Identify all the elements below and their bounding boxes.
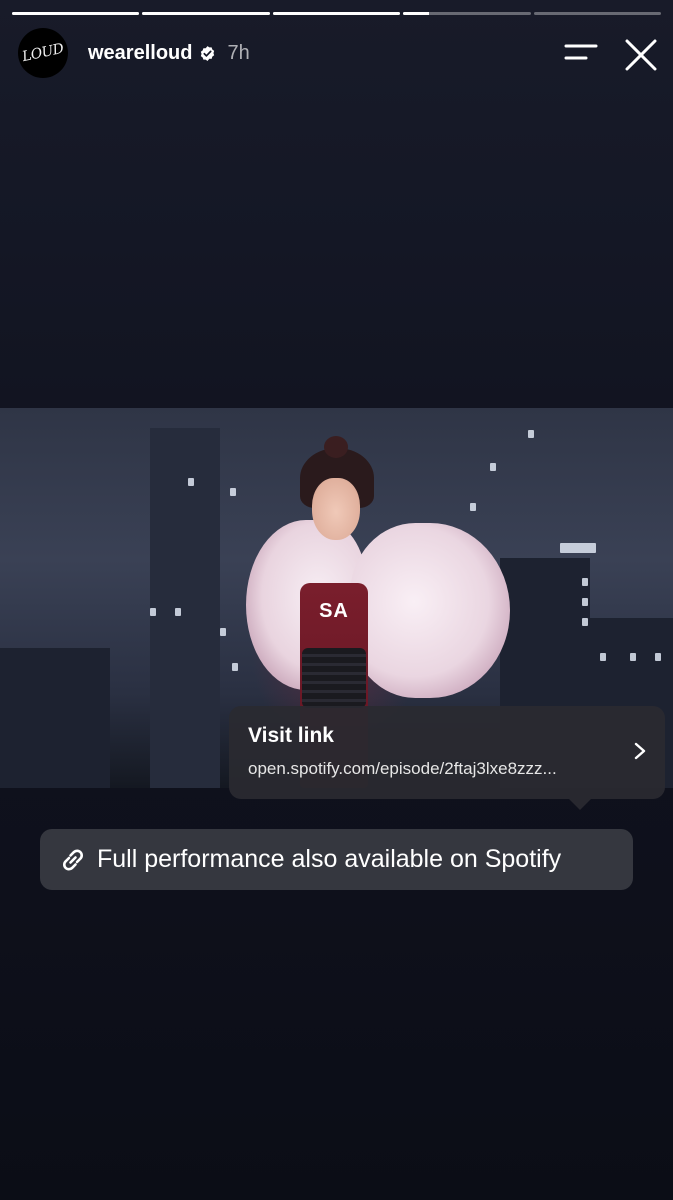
- menu-icon[interactable]: [562, 36, 600, 70]
- avatar[interactable]: LOUD: [18, 28, 68, 78]
- visit-link-tooltip[interactable]: Visit link open.spotify.com/episode/2fta…: [229, 706, 665, 810]
- close-icon[interactable]: [622, 36, 660, 74]
- progress-segment: [12, 12, 140, 15]
- story-viewer[interactable]: LOUD wearelloud 7h SA Visit link open.sp…: [0, 0, 673, 1200]
- verified-badge-icon: [201, 45, 215, 61]
- progress-segment: [272, 12, 401, 15]
- link-icon: [63, 849, 83, 870]
- chevron-right-icon: [634, 742, 646, 760]
- username[interactable]: wearelloud: [88, 42, 192, 65]
- progress-segment: [403, 12, 531, 15]
- link-sticker[interactable]: Full performance also available on Spoti…: [40, 829, 633, 890]
- post-time: 7h: [227, 41, 250, 64]
- link-sticker-label: Full performance also available on Spoti…: [97, 845, 562, 873]
- progress-segment-fill: [12, 12, 140, 15]
- tooltip-pointer: [569, 799, 591, 810]
- progress-segment-fill: [142, 12, 270, 15]
- visit-link-title: Visit link: [248, 724, 334, 747]
- progress-segment: [142, 12, 270, 15]
- visit-link-url: open.spotify.com/episode/2ftaj3lxe8zzz..…: [248, 759, 557, 778]
- progress-segment: [533, 12, 662, 15]
- story-header: LOUD wearelloud 7h: [18, 28, 663, 78]
- shirt-lettering: SA: [319, 600, 349, 622]
- progress-segment-fill: [272, 12, 401, 15]
- avatar-logo: LOUD: [20, 40, 66, 66]
- story-progress-bar: [12, 12, 662, 16]
- progress-segment-fill: [403, 12, 429, 15]
